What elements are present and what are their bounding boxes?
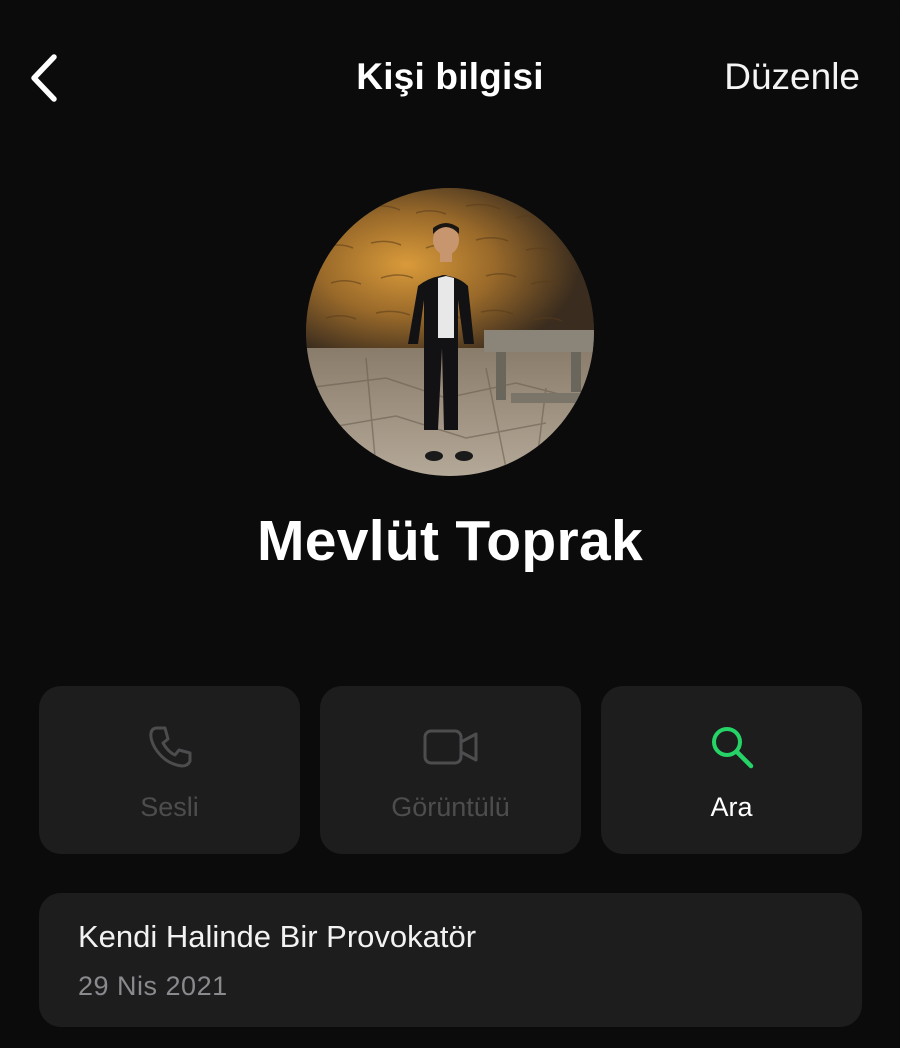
contact-name: Mevlüt Toprak (256, 509, 644, 573)
about-text: Kendi Halinde Bir Provokatör (78, 919, 477, 954)
video-call-button[interactable]: Görüntülü (320, 686, 581, 854)
about-card[interactable]: Kendi Halinde Bir Provokatör 29 Nis 2021 (39, 893, 862, 1027)
profile-photo (306, 188, 594, 476)
search-label: Ara (710, 792, 753, 822)
video-call-label: Görüntülü (391, 792, 510, 822)
avatar[interactable] (306, 188, 594, 476)
about-date: 29 Nis 2021 (78, 971, 228, 1001)
search-icon (711, 727, 753, 769)
video-camera-icon (423, 729, 477, 765)
navigation-bar: Kişi bilgisi Düzenle (0, 0, 900, 160)
edit-button[interactable]: Düzenle (724, 56, 860, 98)
phone-icon (148, 726, 191, 768)
voice-call-button[interactable]: Sesli (39, 686, 300, 854)
search-button[interactable]: Ara (601, 686, 862, 854)
contact-info-screen: Kişi bilgisi Düzenle Mevlüt Toprak Sesli… (0, 0, 900, 1048)
voice-call-label: Sesli (140, 792, 199, 822)
